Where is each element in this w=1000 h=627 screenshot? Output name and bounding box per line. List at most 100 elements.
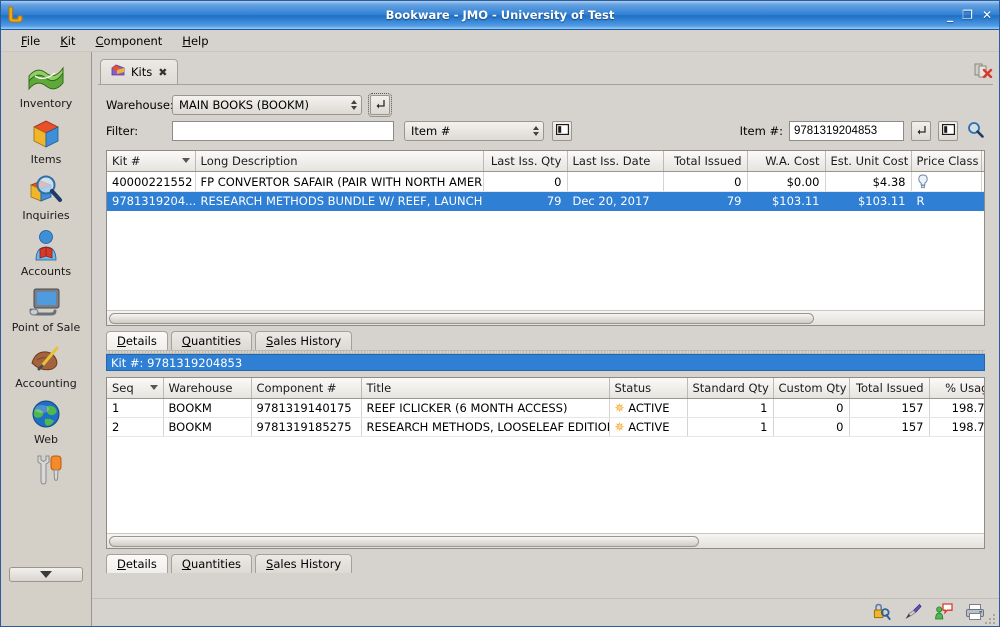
close-all-tabs-button[interactable] <box>973 62 993 81</box>
security-lock-icon[interactable] <box>872 603 891 624</box>
sidebar-item-web[interactable]: Web <box>2 392 90 448</box>
kits-table-header-row: Kit # Long Description Last Iss. Qty Las… <box>107 151 985 172</box>
kits-panel: Warehouse: MAIN BOOKS (BOOKM) <box>98 84 993 598</box>
components-col-seq[interactable]: Seq <box>107 378 163 399</box>
kits-scrollbar-thumb[interactable] <box>109 313 814 324</box>
kits-icon <box>111 64 125 80</box>
item-go-button[interactable] <box>911 121 931 141</box>
table-row[interactable]: 9781319204... RESEARCH METHODS BUNDLE W/… <box>107 192 985 211</box>
components-grid: Seq Warehouse Component # Title Status S… <box>106 377 985 549</box>
main-content-area: Kits ✖ Warehouse: <box>92 52 999 627</box>
components-cell-status: ✵ ACTIVE <box>609 399 687 418</box>
kits-col-long-description[interactable]: Long Description <box>195 151 483 172</box>
ledger-pencil-icon <box>25 339 67 377</box>
kits-col-total-issued[interactable]: Total Issued <box>663 151 747 172</box>
window-title: Bookware - JMO - University of Test <box>1 8 999 22</box>
kits-col-last-iss-qty[interactable]: Last Iss. Qty <box>483 151 567 172</box>
tab-quantities-components-label: uantities <box>191 557 241 571</box>
tab-kits-label: Kits <box>131 65 152 79</box>
item-column-picker-button[interactable] <box>938 121 958 141</box>
item-number-input[interactable] <box>789 121 904 141</box>
tab-quantities[interactable]: Quantities <box>171 331 252 350</box>
tab-kits-close-icon[interactable]: ✖ <box>158 66 167 79</box>
tab-quantities-components[interactable]: Quantities <box>171 554 252 573</box>
kits-grid: Kit # Long Description Last Iss. Qty Las… <box>106 150 985 326</box>
highlighter-pen-icon[interactable] <box>903 603 922 624</box>
warehouse-select[interactable]: MAIN BOOKS (BOOKM) <box>172 95 362 115</box>
menu-kit[interactable]: Kit <box>50 32 85 50</box>
warehouse-go-button[interactable] <box>370 95 390 115</box>
components-col-custom-qty[interactable]: Custom Qty <box>773 378 849 399</box>
tab-details-components[interactable]: Details <box>106 554 168 573</box>
components-col-warehouse[interactable]: Warehouse <box>163 378 251 399</box>
kit-number-header: Kit #: 9781319204853 <box>106 354 985 371</box>
components-col-title[interactable]: Title <box>361 378 609 399</box>
components-cell-seq: 1 <box>107 399 163 418</box>
kits-col-price-class[interactable]: Price Class <box>911 151 981 172</box>
components-table: Seq Warehouse Component # Title Status S… <box>107 378 985 437</box>
sidebar-scroll-down-button[interactable] <box>9 567 83 582</box>
sidebar-item-point-of-sale[interactable]: Point of Sale <box>2 280 90 336</box>
sidebar-item-accounts[interactable]: Accounts <box>2 224 90 280</box>
table-row[interactable]: 1 BOOKM 9781319140175 REEF ICLICKER (6 M… <box>107 399 985 418</box>
tab-quantities-label: uantities <box>191 334 241 348</box>
components-horizontal-scrollbar[interactable] <box>107 533 984 548</box>
money-icon <box>25 59 67 97</box>
components-col-total-issued[interactable]: Total Issued <box>849 378 929 399</box>
resize-grip-icon[interactable] <box>983 612 997 626</box>
kits-detail-tabs: Details Quantities Sales History <box>98 326 993 350</box>
menu-help[interactable]: Help <box>172 32 218 50</box>
tab-details[interactable]: Details <box>106 331 168 350</box>
tab-sales-history-components[interactable]: Sales History <box>255 554 352 573</box>
sidebar-item-inventory[interactable]: Inventory <box>2 56 90 112</box>
filter-column-picker-button[interactable] <box>552 121 572 141</box>
minimize-button[interactable]: _ <box>947 9 953 21</box>
bookware-logo-icon <box>5 4 27 26</box>
user-message-icon[interactable] <box>934 603 953 624</box>
components-col-usage-percent[interactable]: % Usage <box>929 378 985 399</box>
tab-details-label: etails <box>126 334 157 348</box>
filter-input[interactable] <box>172 121 394 141</box>
item-search-button[interactable] <box>965 121 985 141</box>
maximize-button[interactable]: ❐ <box>962 9 973 21</box>
menu-file[interactable]: File <box>11 32 50 50</box>
kits-cell-price-class: R <box>911 192 981 211</box>
kits-col-est-unit-cost[interactable]: Est. Unit Cost <box>825 151 911 172</box>
kits-cell-est-unit-cost: $4.38 <box>825 172 911 192</box>
tab-kits[interactable]: Kits ✖ <box>100 59 178 84</box>
menu-component[interactable]: Component <box>86 32 173 50</box>
components-col-standard-qty[interactable]: Standard Qty <box>687 378 773 399</box>
components-cell-component-number: 9781319140175 <box>251 399 361 418</box>
close-button[interactable]: ✕ <box>982 9 992 21</box>
kits-cell-selling <box>981 172 985 192</box>
components-cell-warehouse: BOOKM <box>163 418 251 437</box>
components-col-status[interactable]: Status <box>609 378 687 399</box>
sidebar-item-point-of-sale-label: Point of Sale <box>12 322 80 334</box>
kits-col-selling[interactable]: Selling <box>981 151 985 172</box>
kits-horizontal-scrollbar[interactable] <box>107 310 984 325</box>
sidebar-item-tools[interactable] <box>2 448 90 492</box>
active-star-icon: ✵ <box>615 401 625 415</box>
table-row[interactable]: 2 BOOKM 9781319185275 RESEARCH METHODS, … <box>107 418 985 437</box>
kits-col-kit-number[interactable]: Kit # <box>107 151 195 172</box>
kits-col-wa-cost[interactable]: W.A. Cost <box>747 151 825 172</box>
components-col-component-number[interactable]: Component # <box>251 378 361 399</box>
splitter-handle[interactable] <box>106 350 985 354</box>
kits-cell-long-description: FP CONVERTOR SAFAIR (PAIR WITH NORTH AME… <box>195 172 483 192</box>
status-bar <box>92 598 999 627</box>
table-row[interactable]: 40000221552 FP CONVERTOR SAFAIR (PAIR WI… <box>107 172 985 192</box>
printer-icon[interactable] <box>965 603 985 624</box>
sidebar-item-inquiries[interactable]: Inquiries <box>2 168 90 224</box>
kits-cell-last-iss-qty: 0 <box>483 172 567 192</box>
components-scrollbar-thumb[interactable] <box>109 536 699 547</box>
chevron-updown-icon <box>351 100 357 110</box>
sidebar-item-accounting[interactable]: Accounting <box>2 336 90 392</box>
title-bar: Bookware - JMO - University of Test _ ❐ … <box>1 1 999 30</box>
warehouse-select-value: MAIN BOOKS (BOOKM) <box>179 98 345 112</box>
kits-col-last-iss-date[interactable]: Last Iss. Date <box>567 151 663 172</box>
filter-field-select[interactable]: Item # <box>404 121 544 141</box>
sidebar-item-items[interactable]: Items <box>2 112 90 168</box>
tab-sales-history[interactable]: Sales History <box>255 331 352 350</box>
sidebar-item-accounts-label: Accounts <box>21 266 71 278</box>
sidebar-item-accounting-label: Accounting <box>15 378 76 390</box>
